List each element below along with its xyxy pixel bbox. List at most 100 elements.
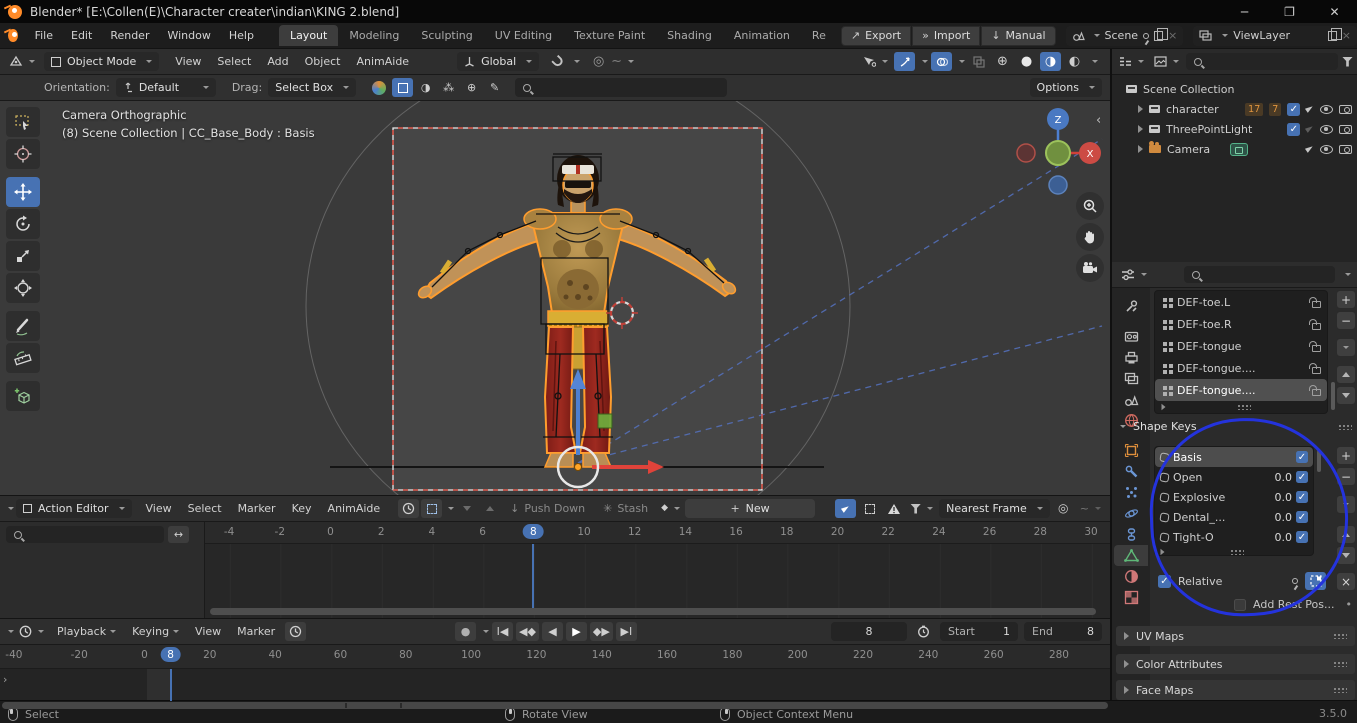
axis-z-neg-ball[interactable] <box>1048 175 1068 195</box>
dope-falloff-button[interactable]: ~ <box>1077 499 1104 518</box>
move-tool[interactable] <box>6 177 40 207</box>
timeline-editor-chevron-icon[interactable] <box>8 630 14 633</box>
snap-mode-selector[interactable]: Nearest Frame <box>939 499 1050 518</box>
current-frame-field[interactable]: 8 <box>831 622 907 641</box>
shading-material-button[interactable]: ◑ <box>1040 52 1061 71</box>
viewport-3d[interactable]: Camera Orthographic (8) Scene Collection… <box>0 101 1110 495</box>
lock-open-icon[interactable] <box>1309 318 1321 330</box>
lock-open-icon[interactable] <box>1309 362 1321 374</box>
shading-solid-button[interactable]: ● <box>1016 52 1037 71</box>
dope-menu-item[interactable]: View <box>138 499 180 518</box>
timeline-editor-type-button[interactable] <box>16 622 47 641</box>
list-specials-icon[interactable] <box>1161 403 1166 411</box>
lock-open-icon[interactable] <box>1309 384 1321 396</box>
export-button[interactable]: ↗ Export <box>840 25 912 46</box>
shape-key-checkbox[interactable]: ✓ <box>1296 471 1308 483</box>
hide-channels-toggle[interactable] <box>859 499 880 518</box>
shape-key-value[interactable]: 0.0 <box>1266 491 1293 504</box>
close-button[interactable]: ✕ <box>1312 0 1357 23</box>
selectable-icon[interactable]: ► <box>1304 122 1317 135</box>
panel-drag-grip[interactable] <box>1338 423 1352 430</box>
list-resize-grip[interactable] <box>1229 549 1244 555</box>
lock-open-icon[interactable] <box>1309 296 1321 308</box>
properties-editor-type-button[interactable] <box>1118 265 1150 284</box>
viewport-menu-item[interactable]: Object <box>297 52 349 71</box>
shape-key-value[interactable]: 0.0 <box>1266 471 1293 484</box>
select-mode-globe-button[interactable]: ⊕ <box>461 78 482 97</box>
shapekey-edit-mode-button[interactable] <box>1305 572 1326 590</box>
tab-texture[interactable] <box>1116 587 1146 608</box>
rotate-tool[interactable] <box>6 209 40 239</box>
keying-menu[interactable]: Keying <box>124 622 187 641</box>
orientation-default-selector[interactable]: Default <box>115 78 216 97</box>
annotate-tool[interactable] <box>6 311 40 341</box>
vgroup-specials-button[interactable] <box>1336 338 1356 357</box>
falloff-curve-icon[interactable]: ~ <box>611 55 622 68</box>
use-preview-range-button[interactable] <box>913 622 934 641</box>
vgroup-scrollbar[interactable] <box>1331 382 1335 410</box>
prev-keyframe-button[interactable]: ◀◆ <box>516 622 539 641</box>
tool-search-field[interactable] <box>515 78 728 97</box>
lock-open-icon[interactable] <box>1309 340 1321 352</box>
outliner-row-threepointlight[interactable]: ThreePointLight ✓ ► <box>1138 119 1352 139</box>
shapekey-move-up-button[interactable] <box>1336 525 1356 544</box>
select-mode-sphere-button[interactable]: ◑ <box>415 78 436 97</box>
shapekey-specials-button[interactable] <box>1336 495 1356 514</box>
workspace-tab[interactable]: Shading <box>656 25 723 46</box>
expand-caret-icon[interactable] <box>1138 125 1143 133</box>
expand-caret-icon[interactable] <box>1138 145 1143 153</box>
shape-key-row[interactable]: Explosive 0.0 ✓ <box>1155 487 1313 507</box>
decorator-dot-icon[interactable]: • <box>1346 598 1353 611</box>
expand-caret-icon[interactable] <box>1138 105 1143 113</box>
properties-options-icon[interactable] <box>1345 273 1351 276</box>
topbar-menu-item[interactable]: File <box>26 26 62 45</box>
tab-constraints[interactable] <box>1116 524 1146 545</box>
new-viewlayer-icon[interactable] <box>1327 27 1342 41</box>
shapekey-pin-icon[interactable] <box>1292 578 1298 584</box>
render-camera-icon[interactable] <box>1339 144 1352 154</box>
topbar-menu-item[interactable]: Edit <box>62 26 101 45</box>
shading-wireframe-button[interactable]: ⊕ <box>992 52 1013 71</box>
shape-key-row[interactable]: Open 0.0 ✓ <box>1155 467 1313 487</box>
character-checkbox[interactable]: ✓ <box>1287 102 1301 116</box>
timeline-playhead[interactable] <box>169 669 172 701</box>
shapekey-move-down-button[interactable] <box>1336 546 1356 565</box>
render-camera-icon[interactable] <box>1339 124 1352 134</box>
pan-hand-button[interactable] <box>1076 223 1104 251</box>
shape-key-row[interactable]: Basis ✓ <box>1155 447 1313 467</box>
tab-tool[interactable] <box>1116 296 1146 317</box>
vertex-group-row[interactable]: DEF-tongue.... <box>1155 357 1327 379</box>
visibility-eye-icon[interactable] <box>1320 144 1333 154</box>
timeline-track-area[interactable]: › <box>0 669 1110 701</box>
shading-options-icon[interactable] <box>1092 60 1098 63</box>
gizmos-options-icon[interactable] <box>922 60 928 63</box>
playback-menu[interactable]: Playback <box>49 622 124 641</box>
scene-browse-icon[interactable] <box>1093 34 1100 37</box>
dope-menu-item[interactable]: Marker <box>230 499 284 518</box>
mode-selector[interactable]: Object Mode <box>44 52 160 71</box>
shape-key-row[interactable]: Tight-O 0.0 ✓ <box>1155 527 1313 547</box>
visibility-eye-icon[interactable] <box>1320 124 1333 134</box>
outliner-search-field[interactable] <box>1186 53 1338 70</box>
viewlayer-selector[interactable]: ViewLayer × <box>1193 25 1357 46</box>
dope-mode-selector[interactable]: Action Editor <box>16 499 132 518</box>
relative-checkbox[interactable]: ✓ <box>1158 574 1171 588</box>
push-down-button[interactable]: ↓ Push Down <box>502 499 593 518</box>
onion-skin-button[interactable] <box>421 499 443 518</box>
snap-toggle[interactable] <box>547 52 568 71</box>
shape-key-value[interactable]: 0.0 <box>1266 531 1293 544</box>
tab-render[interactable] <box>1116 326 1146 347</box>
vertex-group-row[interactable]: DEF-tongue.... <box>1155 379 1327 401</box>
overlays-options-icon[interactable] <box>959 60 965 63</box>
import-button[interactable]: » Import <box>912 25 981 46</box>
workspace-tab[interactable]: Sculpting <box>410 25 483 46</box>
falloff-options-icon[interactable] <box>628 60 635 63</box>
minimize-button[interactable]: ─ <box>1222 0 1267 23</box>
viewport-menu-item[interactable]: View <box>167 52 209 71</box>
new-action-button[interactable]: + New <box>685 499 816 518</box>
marker-menu[interactable]: Marker <box>229 622 283 641</box>
timeline-ruler[interactable]: -40 -20 0 20 40 60 80 100 120 140 160 180 200 220 240 2… <box>0 645 1110 669</box>
list-specials-icon[interactable] <box>1160 548 1165 555</box>
timeline-hscrollbar[interactable] <box>2 702 1108 709</box>
object-visibility-button[interactable] <box>860 52 891 71</box>
